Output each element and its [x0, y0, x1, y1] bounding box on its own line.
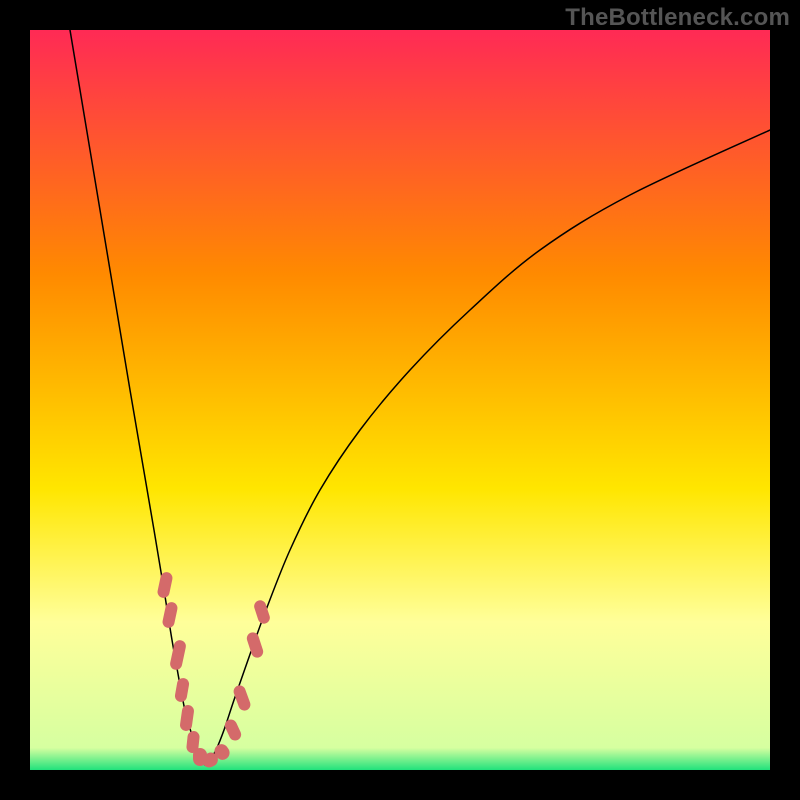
markers-layer	[30, 30, 770, 770]
marker-point	[253, 599, 272, 626]
marker-point	[232, 684, 252, 713]
marker-point	[169, 639, 187, 671]
marker-point	[174, 677, 190, 703]
marker-point	[161, 601, 178, 629]
marker-group	[156, 571, 271, 770]
marker-point	[223, 717, 243, 742]
marker-point	[245, 631, 264, 659]
watermark-text: TheBottleneck.com	[565, 4, 790, 32]
marker-point	[179, 704, 195, 731]
outer-frame: TheBottleneck.com	[0, 0, 800, 800]
plot-area	[30, 30, 770, 770]
marker-point	[156, 571, 173, 599]
